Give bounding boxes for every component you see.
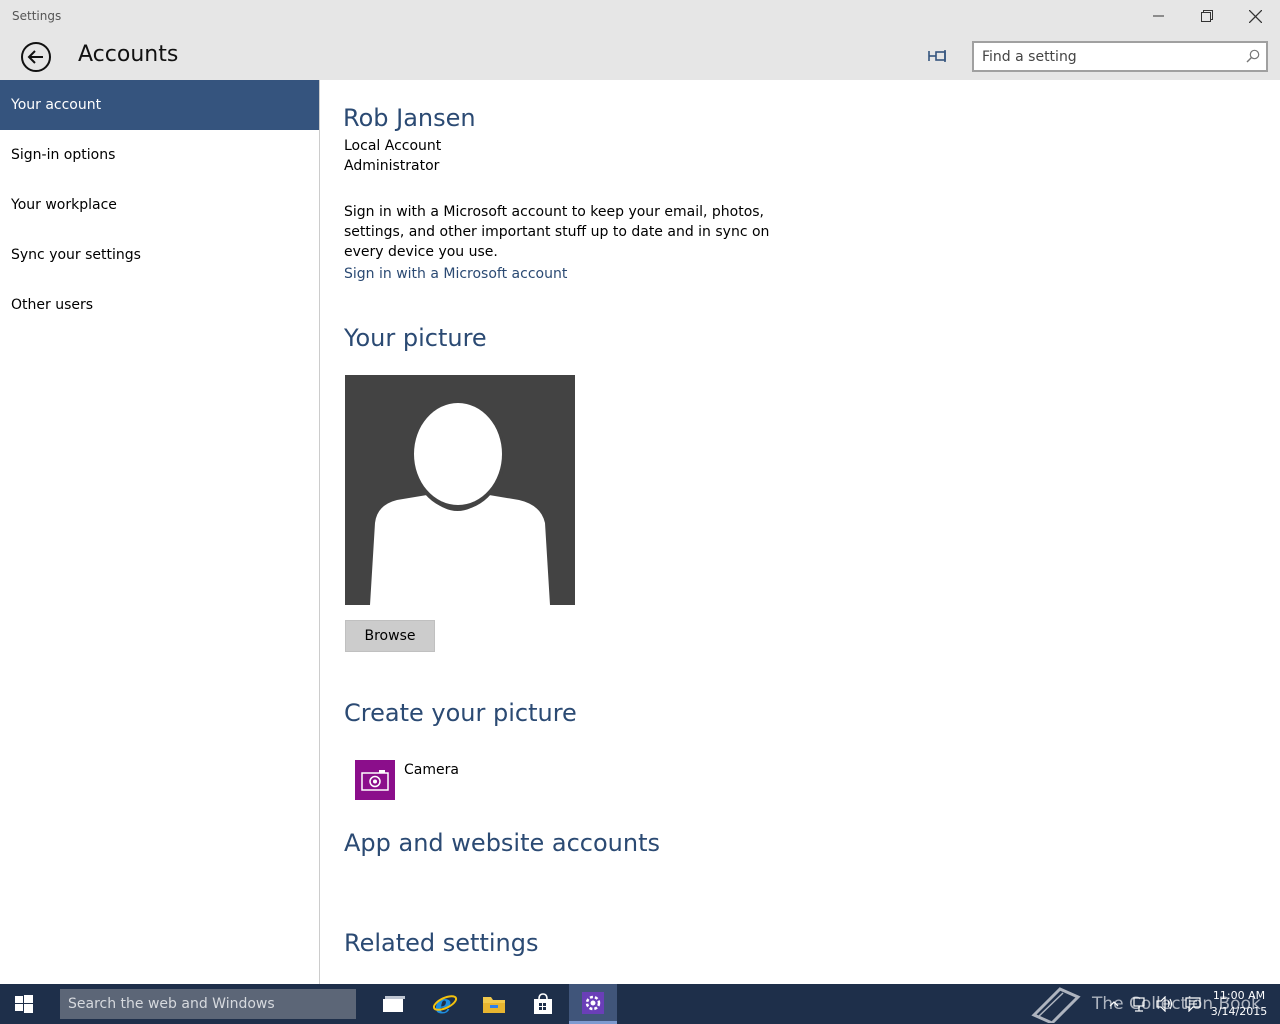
taskbar-clock[interactable]: 11:00 AM 3/14/2015 (1206, 988, 1272, 1020)
volume-button[interactable] (1154, 984, 1176, 1024)
close-button[interactable] (1232, 0, 1278, 32)
signin-description: Sign in with a Microsoft account to keep… (344, 204, 770, 260)
sidebar: Your account Sign-in options Your workpl… (0, 80, 320, 984)
page-title: Accounts (78, 42, 179, 67)
account-role: Administrator (344, 158, 440, 174)
sidebar-item-label: Sign-in options (11, 147, 116, 163)
network-button[interactable] (1130, 984, 1152, 1024)
restore-icon (1201, 10, 1213, 22)
task-view-icon (383, 996, 405, 1012)
chevron-up-icon (1109, 1001, 1119, 1007)
back-arrow-icon (21, 42, 51, 72)
camera-label[interactable]: Camera (404, 762, 459, 778)
minimize-icon (1153, 15, 1164, 17)
network-icon (1133, 997, 1145, 1012)
window-title: Settings (12, 9, 62, 23)
book-logo-icon (1031, 987, 1081, 1023)
svg-text:e: e (435, 991, 452, 1017)
sidebar-item-label: Your account (11, 97, 102, 113)
volume-icon (1156, 996, 1173, 1012)
pin-icon (928, 50, 946, 62)
store-button[interactable] (519, 984, 567, 1024)
sidebar-item-label: Sync your settings (11, 247, 141, 263)
notification-icon (1185, 997, 1201, 1012)
sidebar-item-other-users[interactable]: Other users (0, 280, 319, 330)
main-content: Rob Jansen Local Account Administrator S… (321, 80, 1280, 984)
settings-app-button[interactable] (569, 984, 617, 1024)
sidebar-item-your-account[interactable]: Your account (0, 80, 319, 130)
file-explorer-button[interactable] (470, 984, 518, 1024)
windows-logo-icon (15, 995, 33, 1013)
gear-icon (582, 991, 604, 1014)
search-icon[interactable] (1246, 49, 1260, 63)
user-name: Rob Jansen (343, 104, 476, 132)
clock-date: 3/14/2015 (1210, 1005, 1268, 1018)
restore-button[interactable] (1184, 0, 1230, 32)
internet-explorer-icon: e (432, 991, 458, 1017)
folder-icon (483, 997, 505, 1013)
your-picture-heading: Your picture (344, 324, 487, 352)
action-center-button[interactable] (1182, 984, 1204, 1024)
sidebar-item-label: Other users (11, 297, 94, 313)
start-button[interactable] (0, 984, 48, 1024)
search-input[interactable] (974, 43, 1234, 70)
browse-button[interactable]: Browse (345, 620, 435, 652)
taskbar: Search the web and Windows e The Collect… (0, 984, 1280, 1024)
taskbar-search-box[interactable]: Search the web and Windows (60, 989, 356, 1019)
taskbar-search-placeholder: Search the web and Windows (68, 996, 275, 1012)
task-view-button[interactable] (370, 984, 418, 1024)
sidebar-item-label: Your workplace (11, 197, 117, 213)
minimize-button[interactable] (1136, 0, 1182, 32)
microsoft-signin-link[interactable]: Sign in with a Microsoft account (344, 266, 567, 282)
show-hidden-icons-button[interactable] (1106, 984, 1122, 1024)
store-bag-icon (534, 993, 552, 1014)
create-picture-heading: Create your picture (344, 699, 577, 727)
sidebar-item-sync-settings[interactable]: Sync your settings (0, 230, 319, 280)
camera-button[interactable] (355, 760, 395, 800)
sidebar-item-your-workplace[interactable]: Your workplace (0, 180, 319, 230)
find-setting-search[interactable] (972, 41, 1268, 72)
internet-explorer-button[interactable]: e (421, 984, 469, 1024)
clock-time: 11:00 AM (1212, 989, 1266, 1002)
title-bar: Settings (0, 0, 1280, 32)
back-button[interactable] (20, 41, 52, 73)
user-silhouette-icon (370, 400, 550, 605)
close-icon (1248, 9, 1262, 23)
app-accounts-heading: App and website accounts (344, 829, 661, 857)
header-bar: Accounts (0, 32, 1280, 80)
camera-icon (361, 770, 389, 791)
related-settings-heading: Related settings (344, 929, 539, 957)
sidebar-item-sign-in-options[interactable]: Sign-in options (0, 130, 319, 180)
avatar (345, 375, 575, 605)
pin-button[interactable] (926, 45, 950, 67)
account-type: Local Account (344, 138, 442, 154)
